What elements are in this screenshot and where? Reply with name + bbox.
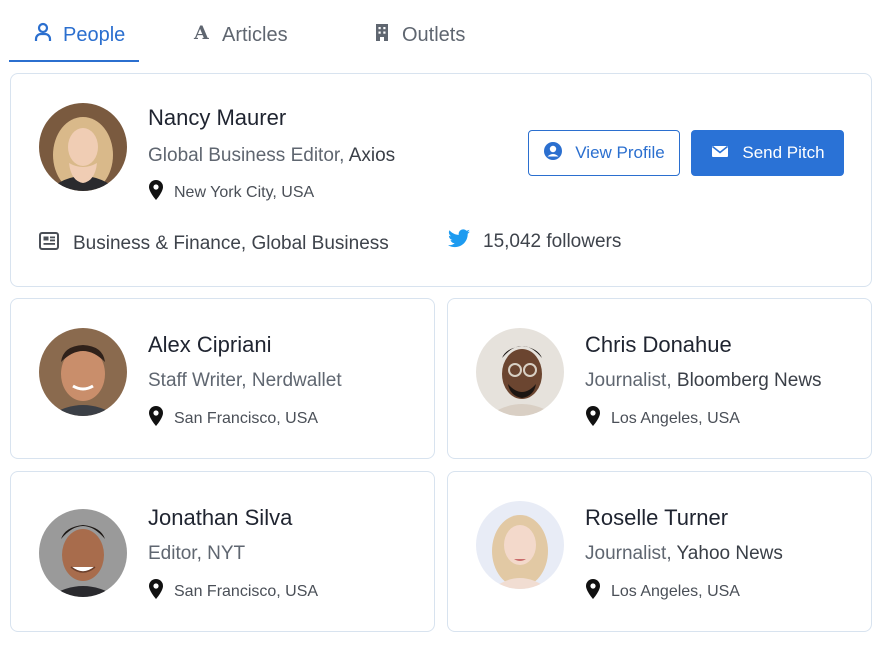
- location-text: San Francisco, USA: [174, 582, 319, 600]
- outlet-name[interactable]: NYT: [207, 543, 245, 564]
- avatar: [39, 103, 127, 191]
- outlet-name[interactable]: Yahoo News: [677, 543, 783, 564]
- person-role: Editor, NYT: [148, 543, 245, 565]
- send-pitch-label: Send Pitch: [742, 143, 825, 162]
- location-pin-icon: [148, 180, 164, 205]
- location-text: San Francisco, USA: [174, 409, 319, 427]
- user-circle-icon: [543, 141, 563, 166]
- location-text: New York City, USA: [174, 183, 315, 201]
- send-pitch-button[interactable]: Send Pitch: [691, 130, 844, 176]
- avatar: [476, 501, 564, 589]
- location-text: Los Angeles, USA: [611, 582, 740, 600]
- person-name[interactable]: Alex Cipriani: [148, 332, 272, 358]
- tab-outlets-label: Outlets: [402, 23, 466, 46]
- person-location: New York City, USA: [148, 180, 314, 205]
- twitter-bird-icon: [447, 229, 471, 255]
- view-profile-button[interactable]: View Profile: [528, 130, 680, 176]
- person-location: Los Angeles, USA: [585, 579, 740, 604]
- svg-text:A: A: [193, 22, 209, 42]
- location-pin-icon: [585, 406, 601, 431]
- avatar: [476, 328, 564, 416]
- tab-people-label: People: [63, 23, 126, 46]
- tab-articles[interactable]: A Articles: [192, 8, 288, 62]
- role-title: Global Business Editor,: [148, 145, 345, 166]
- person-role: Journalist, Bloomberg News: [585, 370, 822, 392]
- article-letter-icon: A: [192, 22, 212, 48]
- person-role: Journalist, Yahoo News: [585, 543, 783, 565]
- location-pin-icon: [148, 579, 164, 604]
- person-card[interactable]: Roselle Turner Journalist, Yahoo News Lo…: [447, 471, 872, 632]
- role-title: Staff Writer,: [148, 370, 247, 391]
- envelope-icon: [710, 141, 730, 166]
- avatar: [39, 509, 127, 597]
- person-card[interactable]: Alex Cipriani Staff Writer, Nerdwallet S…: [10, 298, 435, 459]
- topics: Business & Finance, Global Business: [39, 231, 389, 257]
- outlet-name[interactable]: Axios: [349, 145, 395, 166]
- twitter-followers: 15,042 followers: [447, 229, 621, 255]
- person-name[interactable]: Roselle Turner: [585, 505, 728, 531]
- location-pin-icon: [148, 406, 164, 431]
- person-card[interactable]: Jonathan Silva Editor, NYT San Francisco…: [10, 471, 435, 632]
- person-name[interactable]: Nancy Maurer: [148, 105, 286, 131]
- person-name[interactable]: Jonathan Silva: [148, 505, 292, 531]
- followers-count: 15,042 followers: [483, 231, 622, 252]
- person-role: Global Business Editor, Axios: [148, 145, 395, 167]
- tab-bar: People A Articles Outlets: [8, 8, 869, 62]
- person-icon: [33, 22, 53, 48]
- outlet-name[interactable]: Bloomberg News: [677, 370, 822, 391]
- topics-text: Business & Finance, Global Business: [73, 233, 389, 254]
- role-title: Journalist,: [585, 543, 672, 564]
- view-profile-label: View Profile: [575, 143, 665, 162]
- person-card[interactable]: Chris Donahue Journalist, Bloomberg News…: [447, 298, 872, 459]
- location-pin-icon: [585, 579, 601, 604]
- outlet-name[interactable]: Nerdwallet: [252, 370, 342, 391]
- tab-articles-label: Articles: [222, 23, 288, 46]
- role-title: Editor,: [148, 543, 202, 564]
- person-name[interactable]: Chris Donahue: [585, 332, 732, 358]
- person-location: San Francisco, USA: [148, 579, 318, 604]
- role-title: Journalist,: [585, 370, 672, 391]
- person-location: Los Angeles, USA: [585, 406, 740, 431]
- location-text: Los Angeles, USA: [611, 409, 740, 427]
- tab-people[interactable]: People: [8, 8, 140, 62]
- person-location: San Francisco, USA: [148, 406, 318, 431]
- person-role: Staff Writer, Nerdwallet: [148, 370, 342, 392]
- avatar: [39, 328, 127, 416]
- featured-person-card[interactable]: Nancy Maurer Global Business Editor, Axi…: [10, 73, 872, 287]
- tab-outlets[interactable]: Outlets: [372, 8, 465, 62]
- building-icon: [372, 22, 392, 48]
- newspaper-icon: [39, 231, 61, 257]
